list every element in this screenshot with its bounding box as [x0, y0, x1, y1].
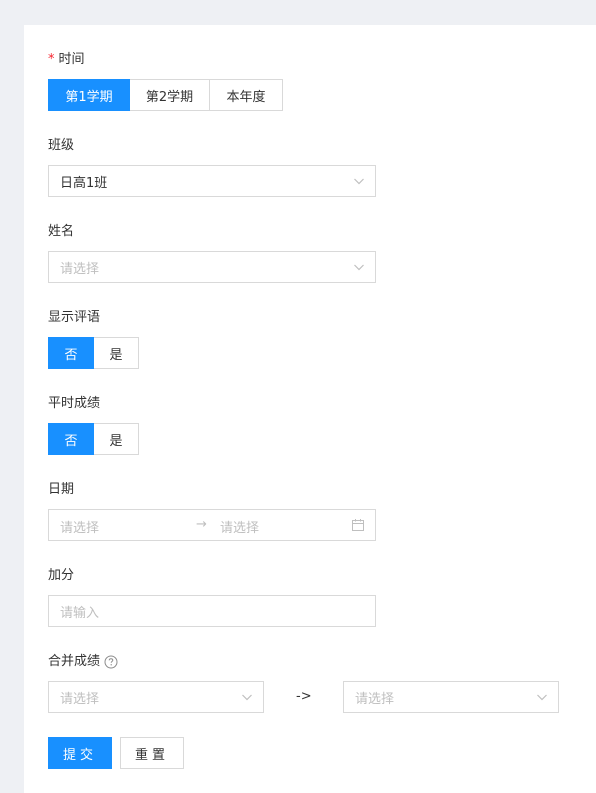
- regular-score-label: 平时成绩: [48, 396, 101, 411]
- merge-score-label: 合并成绩: [48, 654, 118, 670]
- question-circle-icon[interactable]: [104, 655, 118, 669]
- form-card: * 时间 第1学期 第2学期 本年度 班级 日高1班 姓名 请选择 显示评语 否 …: [24, 25, 596, 793]
- time-option-semester-2[interactable]: 第2学期: [129, 79, 210, 111]
- date-label: 日期: [48, 482, 75, 497]
- show-comment-no[interactable]: 否: [48, 337, 94, 369]
- date-range-picker[interactable]: 请选择 → 请选择: [48, 509, 376, 541]
- chevron-down-icon: [537, 694, 547, 701]
- time-label-text: 时间: [58, 52, 85, 67]
- date-start-input[interactable]: 请选择: [60, 517, 99, 536]
- bonus-input-placeholder: 请输入: [60, 605, 100, 621]
- required-mark: *: [48, 52, 55, 67]
- regular-score-yes[interactable]: 是: [93, 423, 139, 455]
- time-option-semester-1[interactable]: 第1学期: [48, 79, 130, 111]
- chevron-down-icon: [354, 264, 364, 271]
- merge-score-left-select[interactable]: 请选择: [48, 681, 264, 713]
- calendar-icon: [352, 519, 364, 531]
- show-comment-yes[interactable]: 是: [93, 337, 139, 369]
- date-range-separator: →: [196, 517, 207, 532]
- show-comment-toggle: 否 是: [48, 337, 139, 369]
- class-label: 班级: [48, 138, 75, 153]
- time-label: * 时间: [48, 52, 85, 68]
- bonus-label: 加分: [48, 568, 75, 583]
- chevron-down-icon: [242, 694, 252, 701]
- class-select[interactable]: 日高1班: [48, 165, 376, 197]
- name-label: 姓名: [48, 224, 75, 239]
- class-select-value: 日高1班: [60, 175, 108, 191]
- reset-button[interactable]: 重置: [120, 737, 184, 769]
- merge-score-left-placeholder: 请选择: [60, 691, 100, 707]
- time-segmented-control: 第1学期 第2学期 本年度: [48, 79, 283, 111]
- merge-score-right-placeholder: 请选择: [355, 691, 395, 707]
- date-end-input[interactable]: 请选择: [220, 517, 259, 536]
- time-option-full-year[interactable]: 本年度: [209, 79, 283, 111]
- name-select-placeholder: 请选择: [60, 261, 100, 277]
- regular-score-no[interactable]: 否: [48, 423, 94, 455]
- regular-score-toggle: 否 是: [48, 423, 139, 455]
- chevron-down-icon: [354, 178, 364, 185]
- submit-button[interactable]: 提交: [48, 737, 112, 769]
- merge-score-right-select[interactable]: 请选择: [343, 681, 559, 713]
- show-comment-label: 显示评语: [48, 310, 101, 325]
- name-select[interactable]: 请选择: [48, 251, 376, 283]
- merge-score-arrow: ->: [296, 689, 312, 704]
- merge-score-label-text: 合并成绩: [48, 654, 101, 669]
- bonus-input[interactable]: 请输入: [48, 595, 376, 627]
